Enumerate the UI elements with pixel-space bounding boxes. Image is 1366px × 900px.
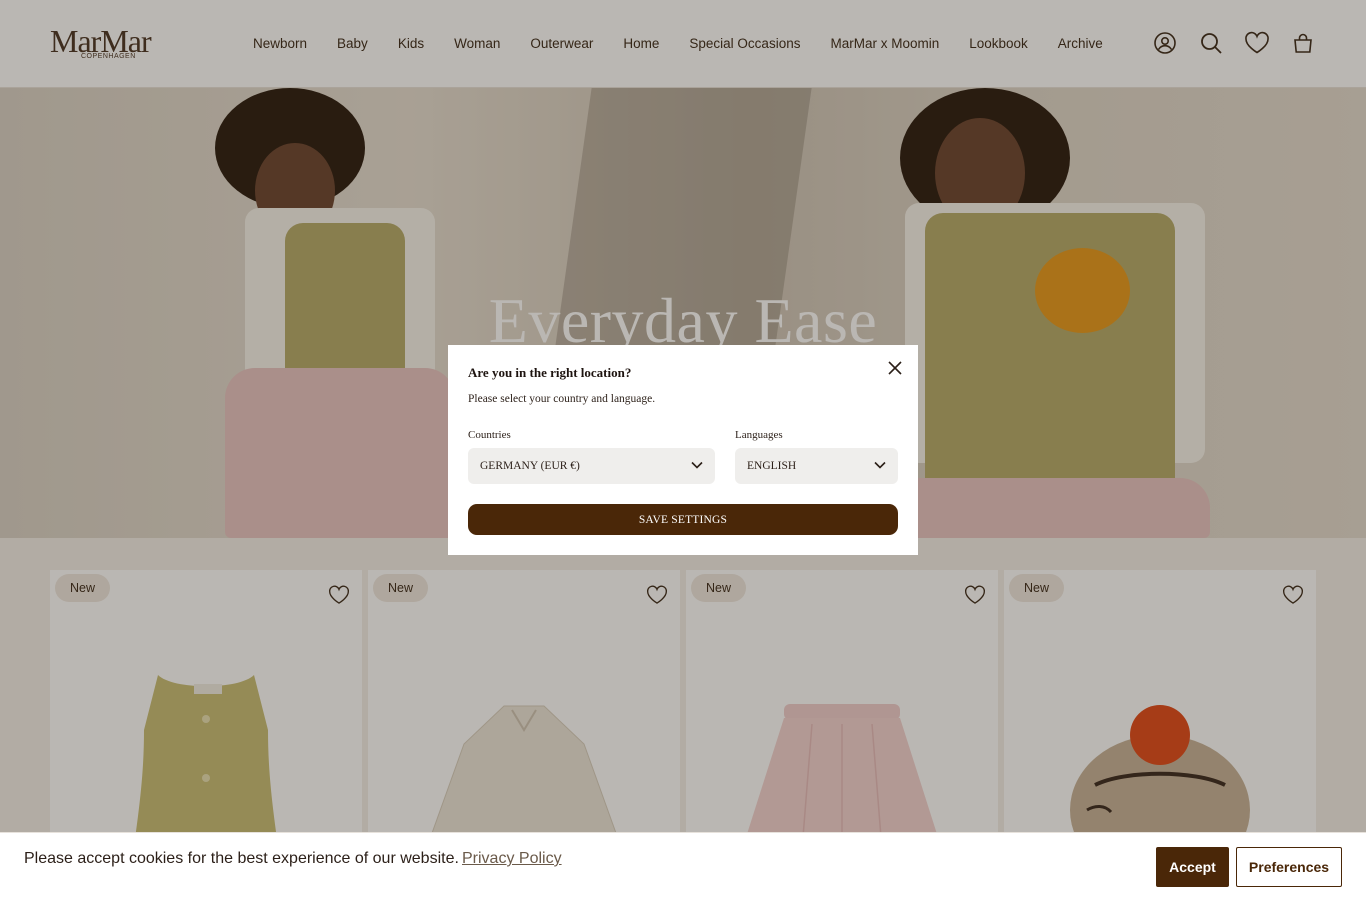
languages-label: Languages xyxy=(735,429,783,441)
cookie-bar: Please accept cookies for the best exper… xyxy=(0,832,1366,900)
countries-label: Countries xyxy=(468,429,511,441)
language-select[interactable]: ENGLISH xyxy=(735,448,898,484)
country-select[interactable]: GERMANY (EUR €) xyxy=(468,448,715,484)
privacy-policy-link[interactable]: Privacy Policy xyxy=(462,850,562,868)
country-select-value: GERMANY (EUR €) xyxy=(480,460,580,472)
cookie-message: Please accept cookies for the best exper… xyxy=(24,850,459,867)
cookie-preferences-button[interactable]: Preferences xyxy=(1236,847,1342,887)
accept-cookies-button[interactable]: Accept xyxy=(1156,847,1229,887)
chevron-down-icon xyxy=(691,460,703,472)
modal-subtitle: Please select your country and language. xyxy=(468,393,656,405)
modal-title: Are you in the right location? xyxy=(468,365,632,380)
chevron-down-icon xyxy=(874,460,886,472)
location-modal: Are you in the right location? Please se… xyxy=(448,345,918,555)
close-icon[interactable] xyxy=(886,359,904,377)
language-select-value: ENGLISH xyxy=(747,460,797,472)
save-settings-button[interactable]: SAVE SETTINGS xyxy=(468,504,898,535)
